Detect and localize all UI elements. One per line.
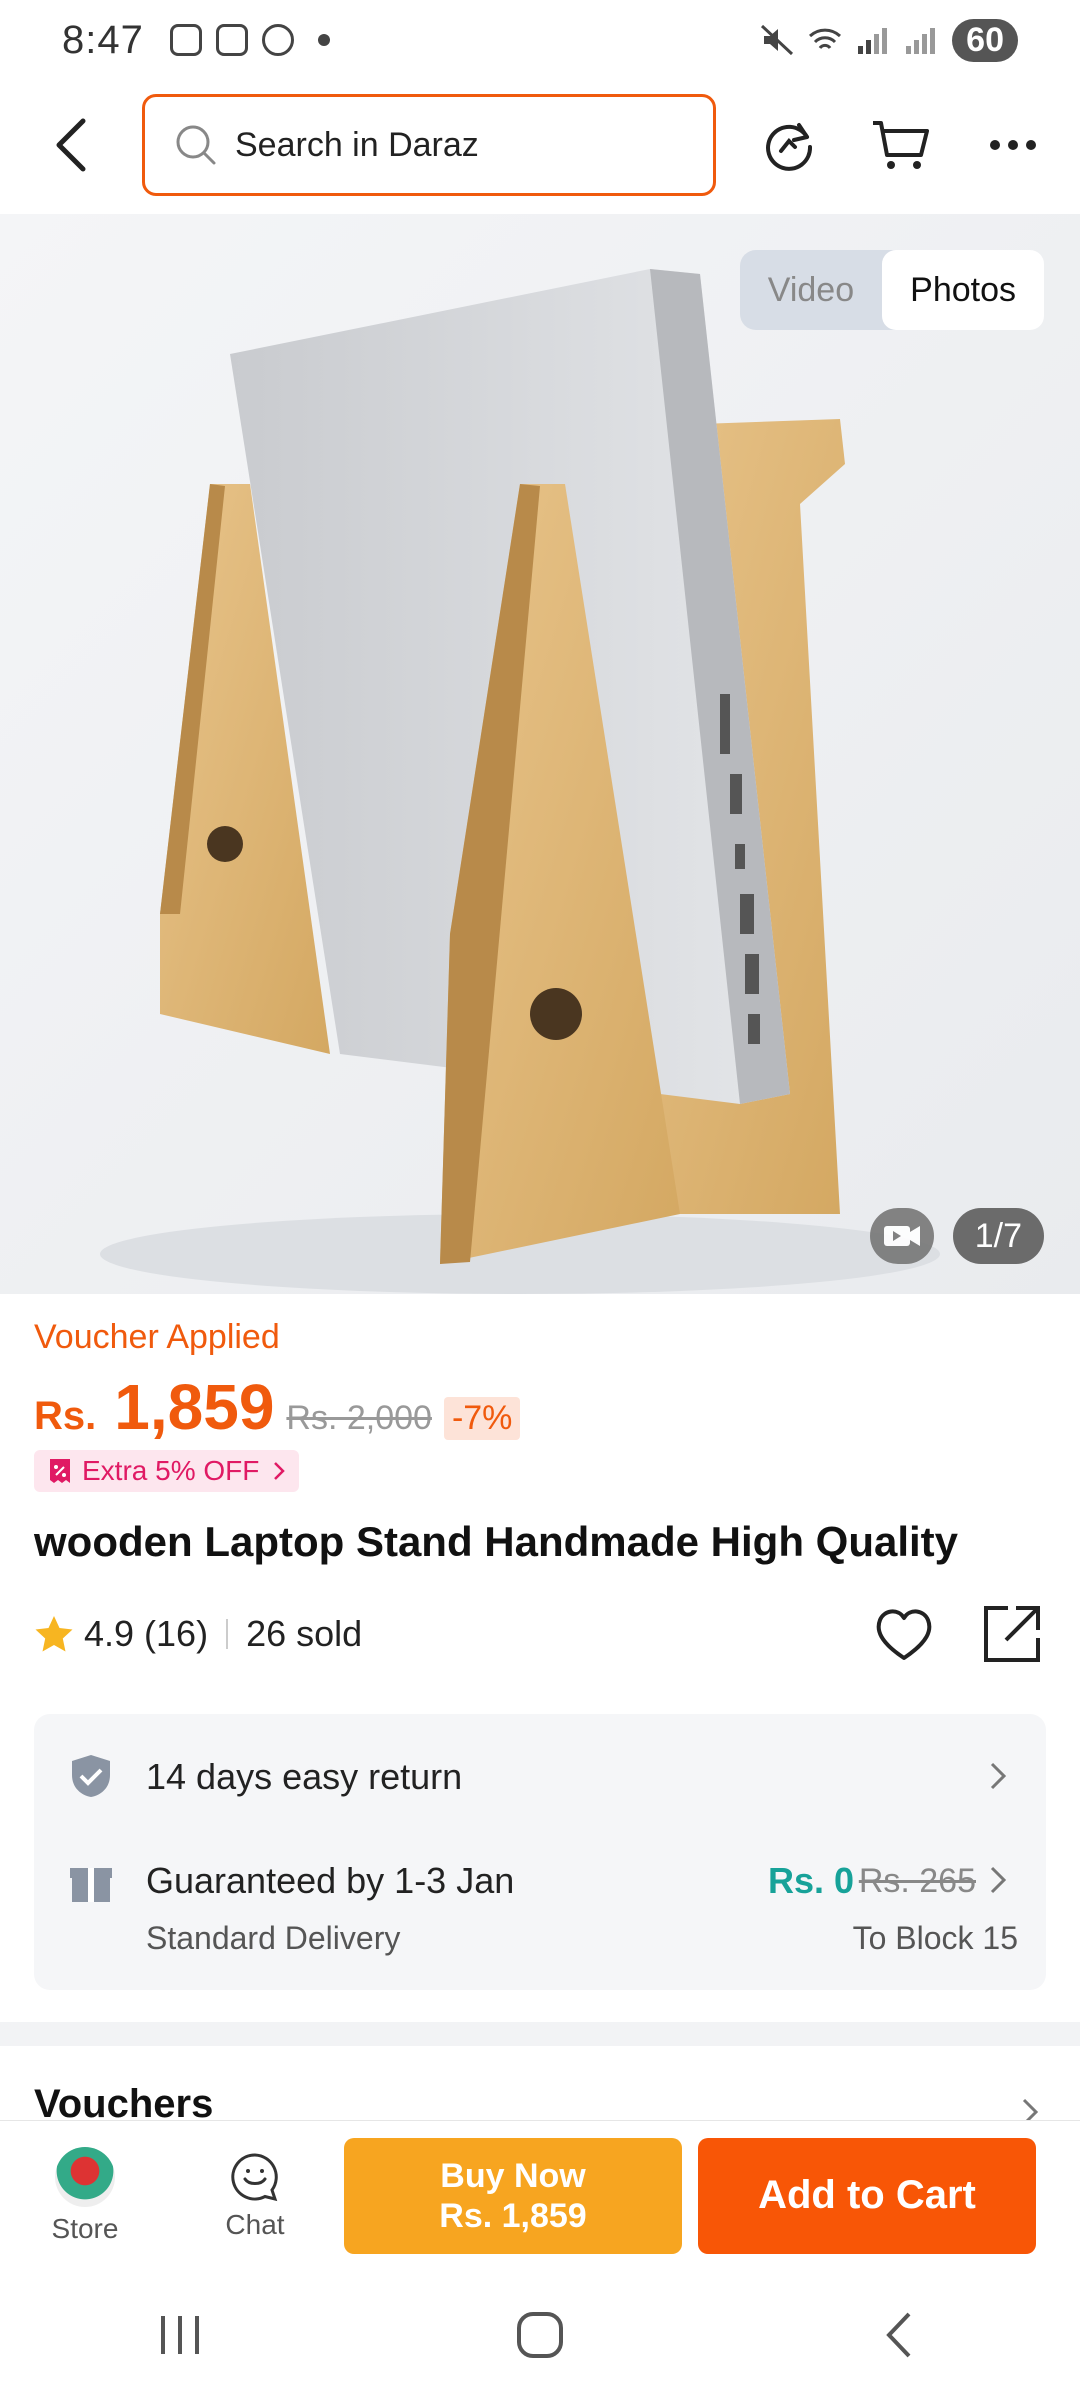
search-placeholder: Search in Daraz (235, 125, 479, 164)
notification-icons (169, 24, 330, 56)
instagram-icon (215, 24, 248, 56)
refresh-button[interactable] (754, 110, 824, 180)
extra-offer-text: Extra 5% OFF (82, 1455, 260, 1486)
add-to-cart-label: Add to Cart (758, 2173, 976, 2217)
original-price: Rs. 2,000 (286, 1399, 432, 1437)
system-back-icon[interactable] (875, 2310, 925, 2360)
chevron-right-icon (990, 1762, 1007, 1790)
product-title: wooden Laptop Stand Handmade High Qualit… (34, 1518, 959, 1565)
status-bar: 8:47 60 (0, 0, 1080, 80)
delivery-fee: Rs. 0 (767, 1860, 854, 1901)
battery-indicator: 60 (952, 18, 1018, 62)
rating-score[interactable]: 4.9 (84, 1613, 134, 1655)
delivery-destination: To Block 15 (852, 1920, 1018, 1956)
image-counter: 1/7 (952, 1208, 1044, 1264)
package-icon (70, 1868, 112, 1902)
price-row: Rs. 1,859 Rs. 2,000 -7% (34, 1370, 521, 1444)
product-gallery[interactable]: Video Photos 1/7 (0, 214, 1080, 1294)
extra-offer-badge[interactable]: Extra 5% OFF (34, 1450, 300, 1492)
return-policy-text: 14 days easy return (146, 1756, 463, 1797)
recent-apps-icon[interactable] (155, 2310, 205, 2360)
sold-count: 26 sold (246, 1613, 363, 1654)
whatsapp-icon (261, 24, 294, 56)
divider (226, 1619, 229, 1649)
buy-now-button[interactable]: Buy Now Rs. 1,859 (344, 2137, 682, 2254)
video-camera-icon (884, 1226, 920, 1246)
discount-badge: -7% (443, 1397, 521, 1440)
system-nav-bar (0, 2270, 1080, 2400)
chat-icon (231, 2152, 278, 2201)
buy-now-label: Buy Now (440, 2156, 586, 2195)
system-icons: 60 (760, 18, 1018, 62)
home-icon[interactable] (515, 2310, 565, 2360)
action-bar: Store Chat Buy Now Rs. 1,859 Add to Cart (0, 2120, 1080, 2270)
status-time: 8:47 (62, 17, 144, 62)
delivery-type: Standard Delivery (146, 1920, 401, 1956)
more-icon (990, 140, 1036, 150)
price-currency: Rs. (34, 1394, 97, 1438)
section-divider (0, 2022, 1080, 2046)
more-notifications-dot (317, 34, 330, 46)
gallery-icon (169, 24, 202, 56)
rating-row: 4.9 (16) 26 sold (34, 1600, 1046, 1668)
share-icon[interactable] (978, 1600, 1046, 1668)
product-image (100, 269, 940, 1294)
current-price: 1,859 (114, 1371, 275, 1443)
chevron-right-icon (274, 1462, 286, 1480)
return-policy-row[interactable]: 14 days easy return (34, 1748, 1046, 1804)
service-card: 14 days easy return Guaranteed by 1-3 Ja… (34, 1714, 1046, 1990)
chat-label: Chat (225, 2208, 285, 2240)
video-button[interactable] (870, 1208, 934, 1264)
back-button[interactable] (36, 110, 106, 180)
store-label: Store (51, 2212, 119, 2244)
back-arrow-icon (56, 118, 86, 172)
signal-icon-2 (906, 28, 936, 54)
shield-check-icon (72, 1755, 110, 1797)
search-icon (176, 125, 216, 165)
chevron-right-icon (990, 1866, 1007, 1894)
star-icon (35, 1616, 73, 1652)
mute-icon (761, 24, 794, 56)
add-to-cart-button[interactable]: Add to Cart (698, 2137, 1036, 2254)
cart-icon (873, 121, 929, 169)
store-button[interactable]: Store (0, 2146, 170, 2245)
chat-button[interactable]: Chat (170, 2151, 340, 2241)
cart-button[interactable] (866, 110, 936, 180)
tab-photos[interactable]: Photos (882, 250, 1044, 330)
more-button[interactable] (978, 110, 1048, 180)
wifi-icon (809, 28, 842, 50)
search-input[interactable]: Search in Daraz (142, 94, 716, 196)
heart-icon[interactable] (870, 1600, 938, 1668)
tab-video[interactable]: Video (740, 250, 882, 330)
coupon-icon (50, 1459, 70, 1483)
top-nav: Search in Daraz (0, 84, 1080, 206)
buy-now-price: Rs. 1,859 (439, 2196, 587, 2235)
signal-icon (858, 28, 888, 54)
delivery-row[interactable]: Guaranteed by 1-3 Jan Standard Delivery … (34, 1854, 1046, 1964)
review-count[interactable]: (16) (144, 1613, 208, 1655)
delivery-fee-original: Rs. 265 (858, 1862, 976, 1900)
store-avatar (55, 2146, 115, 2207)
refresh-icon (766, 123, 813, 171)
voucher-applied-label: Voucher Applied (34, 1318, 280, 1356)
delivery-guarantee-text: Guaranteed by 1-3 Jan (146, 1860, 515, 1901)
media-toggle: Video Photos (739, 250, 1044, 330)
